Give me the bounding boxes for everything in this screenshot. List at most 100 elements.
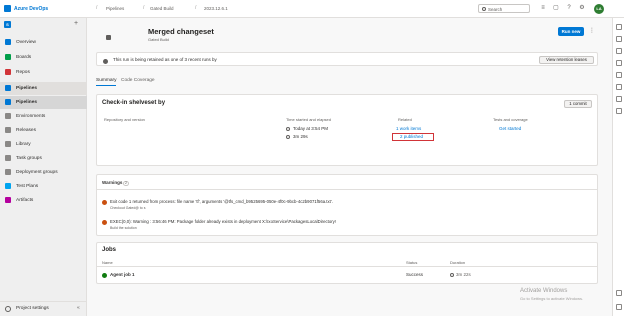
breadcrumb-pipelines[interactable]: Pipelines	[106, 6, 124, 11]
col-tests-coverage: Tests and coverage	[493, 117, 528, 122]
search-icon[interactable]	[616, 36, 622, 42]
azure-devops-logo-icon[interactable]	[4, 5, 11, 12]
retention-banner: This run is being retained as one of 3 r…	[96, 52, 598, 66]
warnings-count-badge: 2	[123, 181, 129, 186]
info-icon	[103, 59, 108, 64]
warnings-tab[interactable]: Warnings	[102, 180, 122, 185]
warning-message[interactable]: EXEC(0,0): Warning : 3:56:46 PM: Package…	[110, 219, 336, 224]
col-job-name: Name	[102, 260, 113, 265]
checkin-card	[96, 94, 598, 166]
tab-summary[interactable]: Summary	[96, 78, 117, 83]
project-icon[interactable]: S	[4, 21, 11, 28]
sidebar-item-pipelines-sub[interactable]: Pipelines	[0, 96, 87, 109]
help-icon[interactable]: ?	[566, 5, 572, 12]
sidebar-item-task-groups[interactable]: Task groups	[0, 152, 87, 165]
sidebar-item-label: Test Plans	[16, 184, 39, 189]
mail-icon[interactable]	[616, 24, 622, 30]
library-icon	[5, 141, 11, 147]
pipelines-sub-icon	[5, 99, 11, 105]
settings-icon[interactable]	[616, 304, 622, 310]
activate-windows-title: Activate Windows	[520, 288, 568, 294]
main-content: Merged changeset Gated Build Run new ⋮ T…	[88, 18, 608, 316]
tests-get-started-link[interactable]: Get started	[499, 126, 521, 131]
start-time: Today at 3:54 PM	[293, 126, 329, 131]
sidebar-item-label: Artifacts	[16, 198, 34, 203]
search-box[interactable]: Search	[478, 4, 530, 13]
avatar[interactable]: LA	[594, 4, 604, 14]
col-time-elapsed: Time started and elapsed	[286, 117, 331, 122]
sidebar-item-repos[interactable]: Repos	[0, 66, 87, 79]
divider	[96, 189, 598, 190]
user-settings-icon[interactable]: ⚙	[579, 5, 585, 12]
sidebar-item-library[interactable]: Library	[0, 138, 87, 151]
right-rail	[612, 18, 624, 316]
teams-icon[interactable]	[616, 72, 622, 78]
pipeline-name[interactable]: Gated Build	[148, 37, 169, 42]
jobs-card	[96, 242, 598, 284]
releases-icon	[5, 127, 11, 133]
published-artifacts-link[interactable]: 2 published	[400, 134, 423, 139]
sidebar-item-label: Releases	[16, 128, 36, 133]
sidebar-item-releases[interactable]: Releases	[0, 124, 87, 137]
top-bar: Azure DevOps / Pipelines / Gated Build /…	[0, 0, 624, 18]
col-related: Related	[398, 117, 412, 122]
view-retention-leases-button[interactable]: View retention leases	[539, 56, 594, 64]
breadcrumb-run-number[interactable]: 2023.12.6.1	[204, 6, 228, 11]
job-status: Success	[406, 272, 424, 277]
col-job-duration: Duration	[450, 260, 466, 265]
test-plans-icon	[5, 183, 11, 189]
project-settings[interactable]: Project settings «	[0, 301, 87, 315]
run-new-button[interactable]: Run new	[558, 27, 584, 36]
work-items-link[interactable]: 1 work items	[396, 126, 421, 131]
clock-icon	[286, 135, 290, 139]
page-title: Merged changeset	[148, 27, 214, 36]
breadcrumb-separator: /	[96, 5, 98, 11]
sidebar-item-label: Overview	[16, 40, 36, 45]
sidebar-item-overview[interactable]: Overview	[0, 36, 87, 49]
outlook-icon[interactable]	[616, 84, 622, 90]
warning-icon	[102, 200, 107, 205]
commit-button[interactable]: 1 commit	[564, 100, 592, 108]
collapse-icon[interactable]: «	[77, 305, 80, 311]
overview-icon	[5, 39, 11, 45]
people-icon[interactable]	[616, 48, 622, 54]
more-actions-icon[interactable]: ⋮	[589, 27, 595, 34]
sidebar-item-label: Library	[16, 142, 31, 147]
shopping-bag-icon[interactable]: ▢	[553, 5, 559, 12]
calendar-icon	[286, 127, 290, 131]
col-job-status: Status	[406, 260, 418, 265]
sidebar-item-artifacts[interactable]: Artifacts	[0, 194, 87, 207]
list-icon[interactable]: ≡	[540, 5, 546, 12]
project-settings-label: Project settings	[16, 306, 49, 311]
sidebar-item-pipelines[interactable]: Pipelines	[0, 82, 87, 95]
warning-source: Build the solution	[110, 226, 137, 230]
tab-code-coverage[interactable]: Code Coverage	[121, 78, 155, 83]
divider	[96, 266, 598, 267]
add-icon[interactable]: +	[74, 20, 78, 27]
warning-message[interactable]: Exit code 1 returned from process: file …	[110, 199, 333, 204]
office-icon[interactable]	[616, 60, 622, 66]
job-name[interactable]: Agent job 1	[110, 272, 135, 277]
sidebar-item-label: Repos	[16, 70, 30, 75]
success-icon	[102, 273, 107, 278]
breadcrumb-gated-build[interactable]: Gated Build	[150, 6, 174, 11]
clock-icon	[450, 273, 454, 277]
sidebar-item-boards[interactable]: Boards	[0, 51, 87, 64]
bookmark-icon[interactable]	[616, 96, 622, 102]
layout-icon[interactable]	[616, 290, 622, 296]
sidebar: S + Overview Boards Repos Pipelines Pipe…	[0, 18, 87, 316]
pipelines-icon	[5, 85, 11, 91]
sidebar-item-label: Environments	[16, 114, 46, 119]
activate-windows-sub: Go to Settings to activate Windows.	[520, 296, 584, 301]
plus-icon[interactable]	[616, 108, 622, 114]
tab-active-indicator	[96, 85, 116, 86]
elapsed-time: 3m 29s	[293, 134, 308, 139]
sidebar-item-environments[interactable]: Environments	[0, 110, 87, 123]
sidebar-item-label: Pipelines	[16, 100, 38, 105]
sidebar-item-test-plans[interactable]: Test Plans	[0, 180, 87, 193]
artifacts-icon	[5, 197, 11, 203]
sidebar-item-deployment-groups[interactable]: Deployment groups	[0, 166, 87, 179]
brand-name[interactable]: Azure DevOps	[14, 6, 48, 12]
job-duration: 3m 22s	[456, 272, 471, 277]
breadcrumb-separator: /	[143, 5, 145, 11]
